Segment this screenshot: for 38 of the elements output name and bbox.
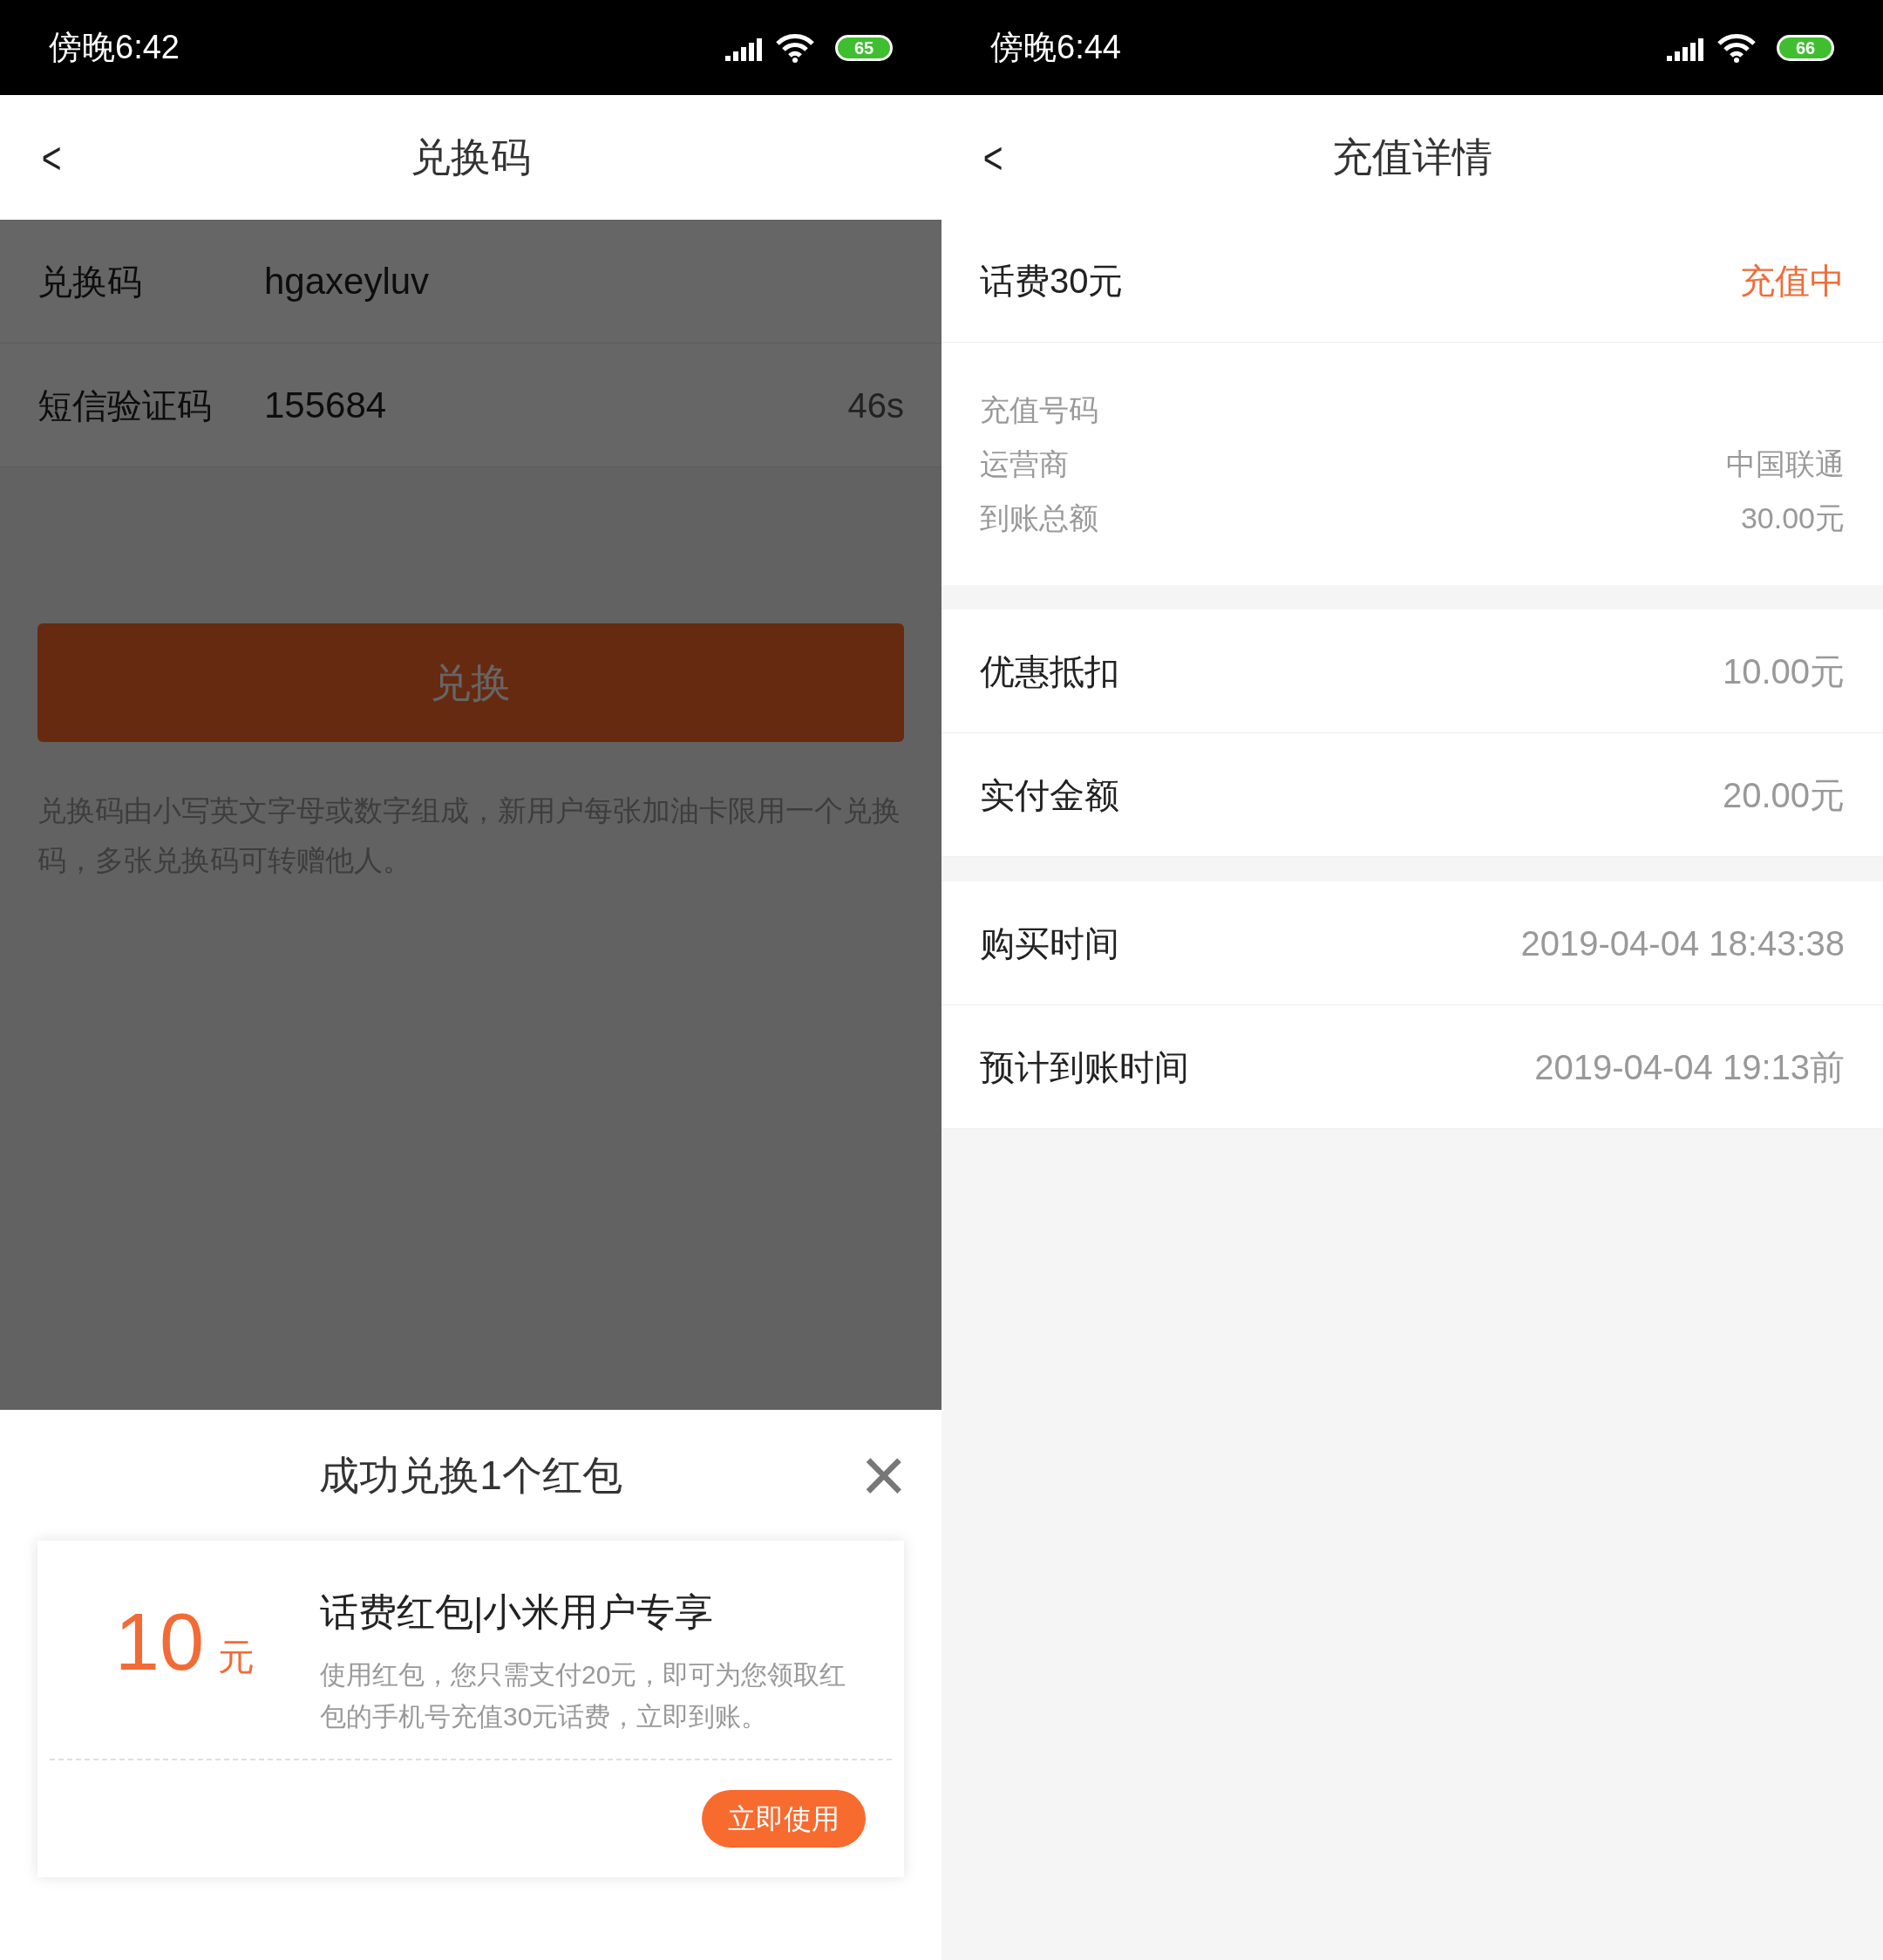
- coupon-amount: 10: [114, 1602, 205, 1682]
- use-now-button[interactable]: 立即使用: [702, 1790, 866, 1848]
- input-field[interactable]: hgaxeyluv: [264, 254, 904, 309]
- detail-label: 运营商: [980, 446, 1069, 482]
- detail-value: 30.00元: [1740, 500, 1845, 536]
- sheet-title: 成功兑换1个红包: [319, 1451, 622, 1500]
- detail-label: 充值号码: [980, 391, 1098, 428]
- row-value: 20.00元: [1722, 774, 1845, 816]
- wifi-icon: [1717, 32, 1756, 63]
- row-label: 优惠抵扣: [980, 650, 1119, 692]
- row-value: 10.00元: [1722, 650, 1845, 692]
- close-button[interactable]: ×: [860, 1436, 907, 1514]
- page-title: 充值详情: [1332, 133, 1492, 181]
- redeem-button[interactable]: 兑换: [37, 623, 904, 742]
- field-label: 兑换码: [37, 261, 143, 303]
- recharge-status: 充值中: [1740, 261, 1845, 302]
- coupon-unit: 元: [218, 1636, 255, 1679]
- battery-level: 65: [853, 38, 874, 57]
- detail-label: 到账总额: [980, 500, 1098, 536]
- back-button[interactable]: <: [41, 123, 62, 192]
- row-label: 购买时间: [980, 922, 1119, 964]
- battery-level: 66: [1795, 38, 1816, 57]
- detail-value: 中国联通: [1726, 446, 1845, 482]
- coupon-description: 使用红包，您只需支付20元，即可为您领取红包的手机号充值30元话费，立即到账。: [320, 1659, 847, 1732]
- page-title: 兑换码: [411, 133, 531, 181]
- row-label: 预计到账时间: [980, 1046, 1189, 1088]
- row-value: 2019-04-04 18:43:38: [1520, 922, 1845, 964]
- row-label: 实付金额: [980, 774, 1119, 816]
- status-time: 傍晚6:42: [49, 28, 180, 67]
- row-value: 2019-04-04 19:13前: [1534, 1046, 1845, 1088]
- countdown-timer: 46s: [847, 385, 904, 426]
- status-time: 傍晚6:44: [990, 28, 1121, 67]
- coupon-name: 话费红包|小米用户专享: [320, 1593, 715, 1631]
- input-field[interactable]: 155684: [264, 378, 848, 432]
- wifi-icon: [776, 32, 814, 63]
- back-button[interactable]: <: [982, 123, 1003, 192]
- summary-label: 话费30元: [980, 261, 1124, 302]
- field-label: 短信验证码: [37, 385, 213, 426]
